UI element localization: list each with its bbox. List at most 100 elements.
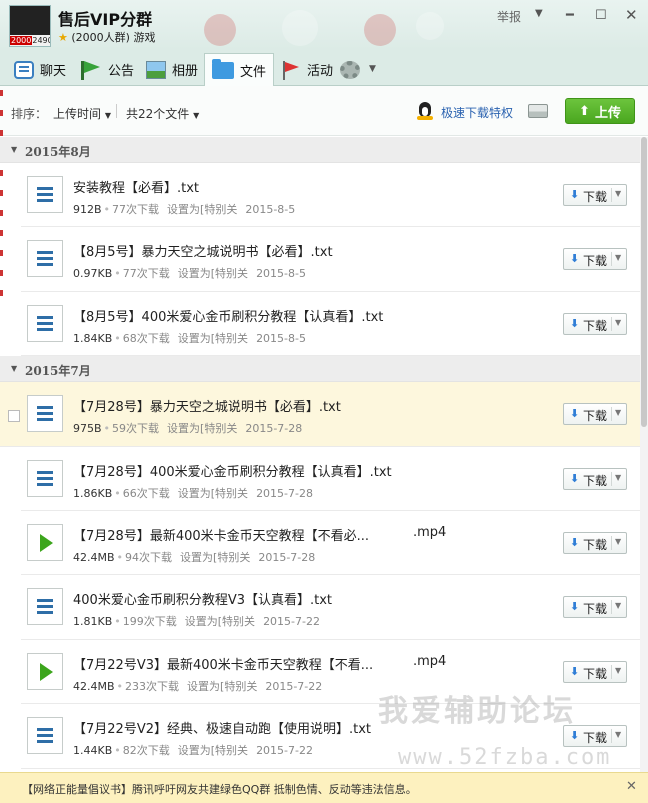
file-name[interactable]: 【7月22号V2】经典、极速自动跑【使用说明】.txt xyxy=(73,718,371,737)
folder-icon xyxy=(212,58,234,79)
download-button[interactable]: ⬇ 下载 ▼ xyxy=(563,248,627,271)
file-row[interactable]: 安装教程【必看】.txt 912B • 77次下载 设置为[特别关 2015-8-5 ⬇ 下载… xyxy=(21,163,640,228)
settings-button[interactable] xyxy=(340,53,366,86)
download-options-icon[interactable]: ▼ xyxy=(615,601,621,610)
download-button[interactable]: ⬇ 下载 ▼ xyxy=(563,184,627,206)
file-size: 42.4MB xyxy=(73,679,115,693)
month-section-header[interactable]: ▼ 2015年7月 xyxy=(0,356,640,383)
text-lines-icon xyxy=(37,187,53,190)
collapse-arrow-icon[interactable]: ▼ xyxy=(11,364,17,373)
notice-flag-icon xyxy=(80,60,102,80)
file-row[interactable]: 【7月28号】暴力天空之城说明书【必看】.txt 975B • 59次下载 设置为[特别… xyxy=(0,382,640,447)
notice-text[interactable]: 【网络正能量倡议书】腾讯呼吁网友共建绿色QQ群 抵制色情、反动等违法信息。 xyxy=(22,781,417,797)
file-row[interactable]: 【8月5号】暴力天空之城说明书【必看】.txt 0.97KB • 77次下载 设置为[特… xyxy=(21,227,640,292)
upload-date: 2015-8-5 xyxy=(256,331,306,345)
download-button[interactable]: ⬇ 下载 ▼ xyxy=(563,531,627,554)
download-label: 下载 xyxy=(583,537,608,552)
file-row[interactable]: 400米爱心金币刷积分教程V3【认真看】.txt 1.81KB • 199次下载 设置为… xyxy=(21,575,640,640)
file-count: 共22个文件 xyxy=(126,107,190,121)
speed-download-privilege-link[interactable]: 极速下载特权 xyxy=(441,104,513,121)
group-member-info: (2000人群) 游戏 xyxy=(71,31,156,44)
file-count-filter[interactable]: 共22个文件 ▼ xyxy=(126,105,199,122)
set-special-link[interactable]: 设置为[特别关 xyxy=(178,744,248,757)
file-checkbox[interactable] xyxy=(8,410,20,423)
set-special-link[interactable]: 设置为[特别关 xyxy=(187,680,257,693)
download-options-icon[interactable]: ▼ xyxy=(615,666,621,675)
download-options-icon[interactable]: ▼ xyxy=(615,537,621,546)
file-name-text: 【7月28号】最新400米卡金币天空教程【不看必... xyxy=(73,528,370,544)
upload-date: 2015-8-5 xyxy=(256,267,306,281)
file-name[interactable]: 安装教程【必看】.txt xyxy=(73,177,199,196)
file-row[interactable]: 【7月28号】最新400米卡金币天空教程【不看必... .mp4 42.4MB • 94… xyxy=(21,510,640,576)
storage-icon[interactable] xyxy=(528,104,548,118)
divider xyxy=(116,104,117,118)
tab-activity[interactable]: 活动 xyxy=(281,53,333,86)
download-button[interactable]: ⬇ 下载 ▼ xyxy=(563,403,627,426)
file-size: 1.44KB xyxy=(73,744,113,758)
set-special-link[interactable]: 设置为[特别关 xyxy=(180,551,250,564)
file-name[interactable]: 【7月22号V3】最新400米卡金币天空教程【不看... .mp4 xyxy=(73,654,446,673)
group-avatar[interactable]: 200024904 xyxy=(9,5,51,47)
set-special-link[interactable]: 设置为[特别关 xyxy=(178,487,248,500)
minimize-icon[interactable]: ━ xyxy=(566,8,574,23)
play-icon xyxy=(40,533,53,552)
download-count: 66次下载 xyxy=(122,486,170,500)
download-options-icon[interactable]: ▼ xyxy=(615,318,621,327)
download-count: 77次下载 xyxy=(112,203,160,216)
upload-arrow-icon: ⬆ xyxy=(579,103,590,119)
text-file-icon xyxy=(27,240,63,278)
download-options-icon[interactable]: ▼ xyxy=(615,408,621,417)
settings-dropdown-icon[interactable]: ▼ xyxy=(369,64,376,74)
upload-date: 2015-7-28 xyxy=(245,422,303,436)
close-icon[interactable]: ✕ xyxy=(625,6,638,24)
set-special-link[interactable]: 设置为[特别关 xyxy=(167,203,237,216)
set-special-link[interactable]: 设置为[特别关 xyxy=(185,615,255,628)
download-arrow-icon: ⬇ xyxy=(570,316,580,330)
file-name[interactable]: 【7月28号】最新400米卡金币天空教程【不看必... .mp4 xyxy=(73,525,446,544)
tab-files[interactable]: 文件 xyxy=(204,53,275,86)
file-name[interactable]: 【8月5号】暴力天空之城说明书【必看】.txt xyxy=(73,241,333,260)
text-lines-icon xyxy=(37,470,53,474)
file-row[interactable]: 【8月5号】400米爱心金币刷积分教程【认真看】.txt 1.84KB • 68次下载… xyxy=(21,291,640,357)
download-arrow-icon: ⬇ xyxy=(570,535,580,549)
collapse-arrow-icon[interactable]: ▼ xyxy=(11,145,17,154)
menu-dropdown-icon[interactable]: ▼ xyxy=(535,8,543,19)
download-button[interactable]: ⬇ 下载 ▼ xyxy=(563,467,627,490)
section-label: 2015年8月 xyxy=(25,145,91,159)
file-meta: 975B • 59次下载 设置为[特别关 2015-7-28 xyxy=(73,420,302,436)
file-name[interactable]: 【7月28号】400米爱心金币刷积分教程【认真看】.txt xyxy=(73,461,392,480)
maximize-icon[interactable]: ☐ xyxy=(595,8,607,23)
sort-value: 上传时间 xyxy=(53,107,102,121)
download-options-icon[interactable]: ▼ xyxy=(615,473,621,482)
avatar-number-rest: 24904 xyxy=(32,36,50,45)
file-meta: 1.86KB • 66次下载 设置为[特别关 2015-7-28 xyxy=(73,485,313,501)
file-name[interactable]: 【8月5号】400米爱心金币刷积分教程【认真看】.txt xyxy=(73,306,383,325)
download-button[interactable]: ⬇ 下载 ▼ xyxy=(563,312,627,335)
scrollbar[interactable] xyxy=(640,137,648,772)
download-options-icon[interactable]: ▼ xyxy=(615,253,621,262)
report-button[interactable]: 举报 xyxy=(497,8,521,25)
download-options-icon[interactable]: ▼ xyxy=(615,730,621,739)
set-special-link[interactable]: 设置为[特别关 xyxy=(167,422,237,435)
file-name[interactable]: 【7月28号】暴力天空之城说明书【必看】.txt xyxy=(73,396,341,415)
set-special-link[interactable]: 设置为[特别关 xyxy=(178,267,248,280)
notice-close-icon[interactable]: ✕ xyxy=(626,779,637,794)
tab-label: 文件 xyxy=(240,64,267,80)
download-arrow-icon: ⬇ xyxy=(570,471,580,485)
sort-select[interactable]: 上传时间 ▼ xyxy=(53,105,111,122)
download-button[interactable]: ⬇ 下载 ▼ xyxy=(563,596,627,619)
month-section-header[interactable]: ▼ 2015年8月 xyxy=(0,137,640,163)
download-button[interactable]: ⬇ 下载 ▼ xyxy=(563,660,627,683)
set-special-link[interactable]: 设置为[特别关 xyxy=(178,332,248,345)
tab-notice[interactable]: 公告 xyxy=(80,53,134,86)
download-label: 下载 xyxy=(583,254,608,269)
scrollbar-thumb[interactable] xyxy=(641,137,647,427)
download-options-icon[interactable]: ▼ xyxy=(615,189,621,198)
upload-button[interactable]: ⬆ 上传 xyxy=(565,98,635,124)
download-count: 94次下载 xyxy=(125,550,173,564)
tab-chat[interactable]: 聊天 xyxy=(14,53,66,86)
group-name[interactable]: 售后VIP分群 xyxy=(58,6,152,30)
file-row[interactable]: 【7月28号】400米爱心金币刷积分教程【认真看】.txt 1.86KB • 66次下… xyxy=(21,446,640,511)
file-name[interactable]: 400米爱心金币刷积分教程V3【认真看】.txt xyxy=(73,589,332,608)
tab-album[interactable]: 相册 xyxy=(146,53,198,86)
